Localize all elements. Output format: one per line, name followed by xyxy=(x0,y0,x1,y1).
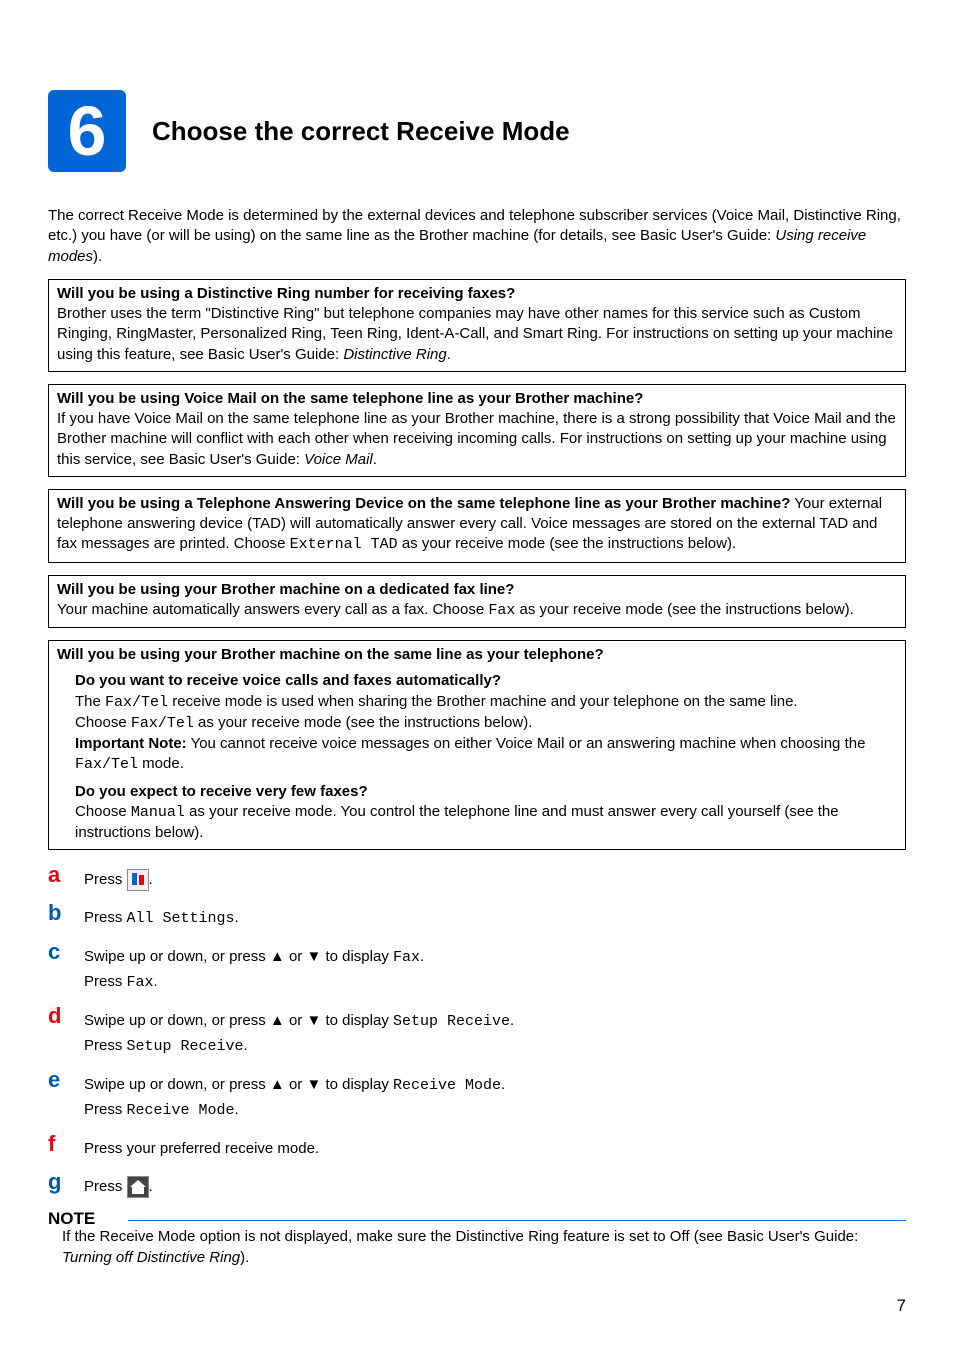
question-box-5: Will you be using your Brother machine o… xyxy=(48,640,906,850)
step-b: b Press All Settings. xyxy=(48,902,906,931)
step-letter-b: b xyxy=(48,902,84,924)
step-letter-d: d xyxy=(48,1005,84,1027)
sub2-title: Do you expect to receive very few faxes? xyxy=(75,782,897,802)
instruction-steps: a Press . b Press All Settings. c Swipe … xyxy=(48,864,906,1199)
box2-ref: Voice Mail xyxy=(304,451,373,468)
question-box-2: Will you be using Voice Mail on the same… xyxy=(48,384,906,477)
sub1-line1: The Fax/Tel receive mode is used when sh… xyxy=(75,692,897,713)
question-1: Will you be using a Distinctive Ring num… xyxy=(57,284,897,304)
step-d: d Swipe up or down, or press ▲ or ▼ to d… xyxy=(48,1005,906,1059)
box3-body-b: as your receive mode (see the instructio… xyxy=(398,535,737,552)
question-4: Will you be using your Brother machine o… xyxy=(57,580,897,600)
box2-body-b: . xyxy=(373,451,377,468)
step-g: g Press . xyxy=(48,1171,906,1199)
page: 6 Choose the correct Receive Mode The co… xyxy=(0,0,954,1346)
step-c: c Swipe up or down, or press ▲ or ▼ to d… xyxy=(48,941,906,995)
sub1-note: Important Note: You cannot receive voice… xyxy=(75,734,897,776)
step-letter-g: g xyxy=(48,1171,84,1193)
box4-body-a: Your machine automatically answers every… xyxy=(57,601,488,618)
step-f-body: Press your preferred receive mode. xyxy=(84,1133,319,1161)
step-c-body: Swipe up or down, or press ▲ or ▼ to dis… xyxy=(84,941,424,995)
question-3: Will you be using a Telephone Answering … xyxy=(57,495,790,512)
step-b-body: Press All Settings. xyxy=(84,902,239,931)
note-block: NOTE If the Receive Mode option is not d… xyxy=(48,1209,906,1268)
intro-text: The correct Receive Mode is determined b… xyxy=(48,206,906,267)
step-letter-f: f xyxy=(48,1133,84,1155)
box1-body-a: Brother uses the term "Distinctive Ring"… xyxy=(57,305,893,363)
step-a-body: Press . xyxy=(84,864,153,892)
intro-part-b: ). xyxy=(93,248,102,265)
sub1-title: Do you want to receive voice calls and f… xyxy=(75,671,897,691)
step-e: e Swipe up or down, or press ▲ or ▼ to d… xyxy=(48,1069,906,1123)
step-letter-a: a xyxy=(48,864,84,886)
box2-body-a: If you have Voice Mail on the same telep… xyxy=(57,410,896,468)
question-2: Will you be using Voice Mail on the same… xyxy=(57,389,897,409)
section-header: 6 Choose the correct Receive Mode xyxy=(48,90,906,172)
box4-body-b: as your receive mode (see the instructio… xyxy=(515,601,854,618)
note-title: NOTE xyxy=(48,1209,117,1229)
step-letter-c: c xyxy=(48,941,84,963)
step-number-badge: 6 xyxy=(48,90,126,172)
settings-icon xyxy=(127,869,149,891)
step-number: 6 xyxy=(68,96,107,166)
box3-mode: External TAD xyxy=(290,536,398,553)
sub1-line2: Choose Fax/Tel as your receive mode (see… xyxy=(75,713,897,734)
intro-part-a: The correct Receive Mode is determined b… xyxy=(48,207,901,244)
box1-ref: Distinctive Ring xyxy=(343,346,446,363)
sub-question-2: Do you expect to receive very few faxes?… xyxy=(57,782,897,844)
question-box-4: Will you be using your Brother machine o… xyxy=(48,575,906,629)
sub2-line1: Choose Manual as your receive mode. You … xyxy=(75,802,897,844)
sub-question-1: Do you want to receive voice calls and f… xyxy=(57,671,897,775)
step-f: f Press your preferred receive mode. xyxy=(48,1133,906,1161)
home-icon xyxy=(127,1176,149,1198)
question-box-3: Will you be using a Telephone Answering … xyxy=(48,489,906,563)
box4-mode: Fax xyxy=(488,602,515,619)
note-body: If the Receive Mode option is not displa… xyxy=(48,1227,906,1268)
step-d-body: Swipe up or down, or press ▲ or ▼ to dis… xyxy=(84,1005,514,1059)
step-g-body: Press . xyxy=(84,1171,153,1199)
step-a: a Press . xyxy=(48,864,906,892)
page-title: Choose the correct Receive Mode xyxy=(152,116,570,147)
note-ref: Turning off Distinctive Ring xyxy=(62,1249,240,1266)
question-box-1: Will you be using a Distinctive Ring num… xyxy=(48,279,906,372)
page-number: 7 xyxy=(48,1296,906,1316)
question-5: Will you be using your Brother machine o… xyxy=(57,645,897,665)
step-e-body: Swipe up or down, or press ▲ or ▼ to dis… xyxy=(84,1069,505,1123)
step-letter-e: e xyxy=(48,1069,84,1091)
box1-body-b: . xyxy=(447,346,451,363)
note-rule xyxy=(128,1220,906,1221)
